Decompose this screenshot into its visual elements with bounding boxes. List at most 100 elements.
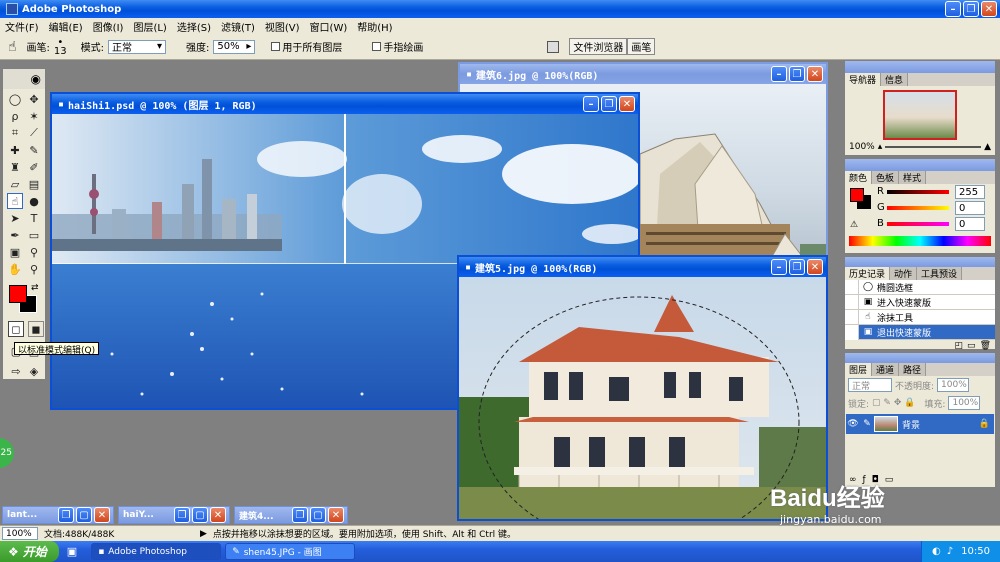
history-brush-icon[interactable]: ✐ [26, 159, 42, 175]
restore-button[interactable]: ❐ [174, 507, 190, 523]
tray-icon[interactable]: ◐ [932, 546, 941, 557]
opacity-input[interactable]: 100% [937, 378, 970, 392]
swap-colors-icon[interactable]: ⇄ [31, 283, 39, 293]
panel-title-bar[interactable] [845, 353, 995, 363]
color-g-input[interactable]: 0 [955, 201, 985, 215]
restore-button[interactable]: ❐ [292, 507, 308, 523]
tab-brushes[interactable]: 画笔 [627, 38, 656, 55]
type-tool-icon[interactable]: T [26, 210, 42, 226]
panel-title-bar[interactable] [845, 61, 995, 73]
standard-mode-icon[interactable]: ◻ [8, 321, 24, 337]
clock[interactable]: 10:50 [961, 546, 990, 557]
close-button[interactable]: ✕ [619, 96, 635, 112]
imageready-icon[interactable]: ◈ [26, 363, 42, 379]
finger-paint-checkbox[interactable]: 手指绘画 [372, 39, 423, 54]
play-icon[interactable]: ▶ [200, 529, 207, 539]
healing-brush-icon[interactable]: ✚ [7, 142, 23, 158]
spectrum-bar[interactable] [849, 236, 991, 246]
history-item[interactable]: ☝ 涂抹工具 [845, 309, 995, 325]
lock-icons[interactable]: ▢ ✎ ✥ 🔒 [872, 398, 915, 408]
window-title-bar[interactable]: ▪ 建筑5.jpg @ 100%(RGB) – ❐ ✕ [459, 257, 826, 277]
close-button[interactable]: ✕ [807, 259, 823, 275]
foreground-color[interactable] [9, 285, 27, 303]
tab-paths[interactable]: 路径 [899, 363, 927, 376]
smudge-tool-icon[interactable]: ☝ [8, 39, 17, 55]
stamp-tool-icon[interactable]: ♜ [7, 159, 23, 175]
close-button[interactable]: ✕ [328, 507, 344, 523]
brush-preset-picker[interactable]: • 13 [54, 37, 67, 56]
maximize-button[interactable]: ▢ [76, 507, 92, 523]
maximize-button[interactable]: ❐ [963, 1, 979, 17]
tab-file-browser[interactable]: 文件浏览器 [569, 38, 628, 55]
window-title-bar[interactable]: ▪ 建筑6.jpg @ 100%(RGB) – ❐ ✕ [460, 64, 826, 84]
menu-image[interactable]: 图像(I) [88, 19, 129, 34]
close-button[interactable]: ✕ [981, 1, 997, 17]
eraser-tool-icon[interactable]: ▱ [7, 176, 23, 192]
menu-window[interactable]: 窗口(W) [305, 19, 353, 34]
blend-mode-select[interactable]: 正常 [848, 378, 892, 392]
lasso-tool-icon[interactable]: ρ [7, 108, 23, 124]
history-item[interactable]: ▣ 进入快速蒙版 [845, 294, 995, 310]
doc-size[interactable]: 文档:488K/488K [44, 527, 194, 540]
path-select-icon[interactable]: ➤ [7, 210, 23, 226]
brush-tool-icon[interactable]: ✎ [26, 142, 42, 158]
dodge-tool-icon[interactable]: ● [26, 193, 42, 209]
minimize-button[interactable]: – [583, 96, 599, 112]
trash-icon[interactable]: 🗑 [980, 341, 991, 351]
magic-wand-icon[interactable]: ✶ [26, 108, 42, 124]
smudge-tool-icon[interactable]: ☝ [7, 193, 23, 209]
history-item-selected[interactable]: ▣ 退出快速蒙版 [845, 324, 995, 340]
gradient-tool-icon[interactable]: ▤ [26, 176, 42, 192]
minimized-window[interactable]: haiY... ❐ ▢ ✕ [118, 506, 230, 524]
history-item[interactable]: ◯ 椭圆选框 [845, 279, 995, 295]
slider-r[interactable] [887, 190, 949, 194]
navigator-zoom[interactable]: 100% [849, 142, 875, 152]
minimize-button[interactable]: – [945, 1, 961, 17]
menu-filter[interactable]: 滤镜(T) [216, 19, 260, 34]
maximize-button[interactable]: ❐ [789, 259, 805, 275]
menu-layer[interactable]: 图层(L) [128, 19, 171, 34]
close-button[interactable]: ✕ [94, 507, 110, 523]
window-title-bar[interactable]: ▪ haiShi1.psd @ 100% (图层 1, RGB) – ❐ ✕ [52, 94, 638, 114]
restore-button[interactable]: ❐ [58, 507, 74, 523]
layer-row[interactable]: 👁 ✎ 背景 🔒 [846, 414, 994, 434]
tab-info[interactable]: 信息 [881, 73, 909, 86]
tab-layers[interactable]: 图层 [845, 363, 873, 376]
new-snapshot-icon[interactable]: ◰ [955, 341, 964, 351]
menu-help[interactable]: 帮助(H) [352, 19, 397, 34]
panel-title-bar[interactable] [845, 257, 995, 267]
slider-b[interactable] [887, 222, 949, 226]
color-fg-swatch[interactable] [850, 188, 864, 202]
marquee-tool-icon[interactable]: ◯ [7, 91, 23, 107]
minimized-window[interactable]: 建筑4... ❐ ▢ ✕ [234, 506, 348, 524]
new-document-icon[interactable]: ▭ [967, 341, 976, 351]
brush-link-icon[interactable]: ✎ [860, 419, 874, 429]
strength-input[interactable]: 50% ▸ [213, 39, 256, 54]
tab-swatches[interactable]: 色板 [872, 171, 900, 184]
tab-actions[interactable]: 动作 [890, 267, 918, 280]
status-zoom[interactable]: 100% [2, 527, 38, 540]
eyedropper-icon[interactable]: ⚲ [26, 244, 42, 260]
maximize-button[interactable]: ❐ [601, 96, 617, 112]
slider-g[interactable] [887, 206, 949, 210]
tab-color[interactable]: 颜色 [845, 171, 873, 184]
hand-tool-icon[interactable]: ✋ [7, 261, 23, 277]
zoom-tool-icon[interactable]: ⚲ [26, 261, 42, 277]
tab-channels[interactable]: 通道 [872, 363, 900, 376]
eye-icon[interactable]: 👁 [846, 419, 860, 429]
maximize-button[interactable]: ❐ [789, 66, 805, 82]
menu-select[interactable]: 选择(S) [172, 19, 216, 34]
task-paint[interactable]: ✎ shen45.JPG - 画图 [225, 543, 356, 560]
fill-input[interactable]: 100% [948, 396, 981, 410]
minimize-button[interactable]: – [771, 259, 787, 275]
menu-view[interactable]: 视图(V) [260, 19, 305, 34]
minimized-window[interactable]: lant... ❐ ▢ ✕ [2, 506, 114, 524]
color-b-input[interactable]: 0 [955, 217, 985, 231]
move-tool-icon[interactable]: ✥ [26, 91, 42, 107]
pen-tool-icon[interactable]: ✒ [7, 227, 23, 243]
maximize-button[interactable]: ▢ [310, 507, 326, 523]
tab-history[interactable]: 历史记录 [845, 267, 891, 280]
zoom-slider[interactable] [885, 146, 982, 148]
quicklaunch-desktop-icon[interactable]: ▣ [67, 545, 77, 558]
notes-tool-icon[interactable]: ▣ [7, 244, 23, 260]
